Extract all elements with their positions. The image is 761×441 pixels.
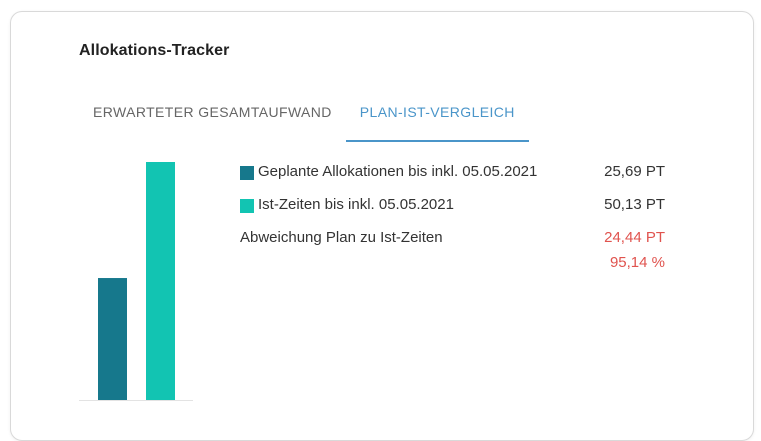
actual-color-swatch (240, 199, 254, 213)
legend-row-actual: Ist-Zeiten bis inkl. 05.05.2021 50,13 PT (240, 196, 665, 229)
tab-plan-actual-comparison[interactable]: PLAN-IST-VERGLEICH (345, 92, 529, 142)
bar-actual (146, 162, 175, 400)
planned-label: Geplante Allokationen bis inkl. 05.05.20… (258, 163, 538, 180)
deviation-value: 24,44 PT (604, 229, 665, 246)
bar-chart-svg (79, 162, 193, 401)
planned-color-swatch (240, 166, 254, 180)
planned-value: 25,69 PT (604, 163, 665, 180)
deviation-label: Abweichung Plan zu Ist-Zeiten (240, 229, 443, 246)
legend-row-planned: Geplante Allokationen bis inkl. 05.05.20… (240, 163, 665, 196)
tab-expected-total-effort[interactable]: ERWARTETER GESAMTAUFWAND (79, 92, 346, 142)
bar-planned (98, 278, 127, 400)
tab-bar: ERWARTETER GESAMTAUFWAND PLAN-IST-VERGLE… (79, 92, 529, 142)
plan-actual-bar-chart (79, 158, 193, 401)
legend-row-deviation: Abweichung Plan zu Ist-Zeiten 24,44 PT 9… (240, 229, 665, 271)
deviation-percent: 95,14 % (609, 254, 665, 271)
allocation-tracker-card: Allokations-Tracker ERWARTETER GESAMTAUF… (10, 11, 754, 441)
legend: Geplante Allokationen bis inkl. 05.05.20… (240, 163, 665, 271)
actual-label: Ist-Zeiten bis inkl. 05.05.2021 (258, 196, 454, 213)
actual-value: 50,13 PT (604, 196, 665, 213)
card-title: Allokations-Tracker (79, 42, 230, 59)
